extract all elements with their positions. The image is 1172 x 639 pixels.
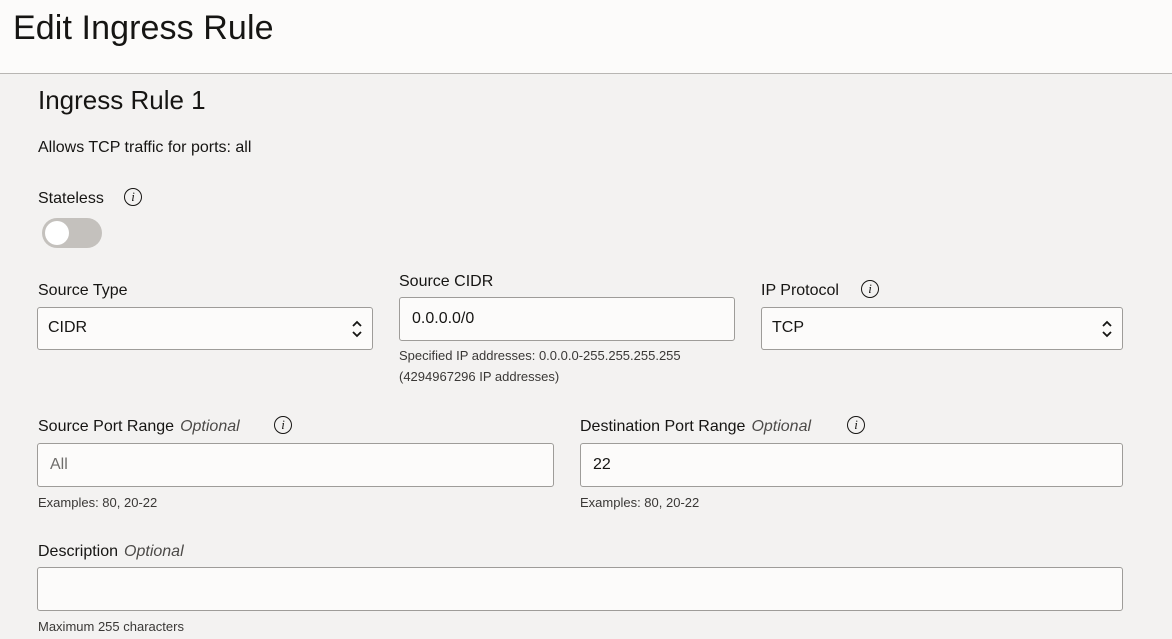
chevron-up-down-icon	[352, 320, 362, 338]
optional-marker: Optional	[751, 418, 812, 435]
source-type-value: CIDR	[48, 319, 88, 336]
source-type-label: Source Type	[38, 282, 128, 299]
source-port-range-input[interactable]	[37, 443, 554, 487]
chevron-up-down-icon	[1102, 320, 1112, 338]
source-cidr-label: Source CIDR	[399, 273, 494, 290]
source-cidr-hint-count: (4294967296 IP addresses)	[399, 369, 560, 384]
source-port-range-label: Source Port Range Optional	[38, 418, 240, 436]
destination-port-range-label: Destination Port Range Optional	[580, 418, 811, 436]
stateless-toggle[interactable]	[42, 218, 102, 248]
description-input[interactable]	[37, 567, 1123, 611]
source-cidr-hint: Specified IP addresses: 0.0.0.0-255.255.…	[399, 345, 681, 387]
optional-marker: Optional	[124, 543, 184, 560]
source-port-range-hint: Examples: 80, 20-22	[38, 495, 158, 510]
page-header: Edit Ingress Rule	[0, 0, 1172, 74]
ip-protocol-value: TCP	[772, 319, 804, 336]
source-cidr-input[interactable]	[399, 297, 735, 341]
rule-summary: Allows TCP traffic for ports: all	[38, 139, 252, 156]
source-cidr-hint-range: Specified IP addresses: 0.0.0.0-255.255.…	[399, 348, 681, 363]
destination-port-range-info-icon[interactable]: i	[847, 416, 865, 434]
source-port-range-info-icon[interactable]: i	[274, 416, 292, 434]
stateless-label: Stateless	[38, 190, 104, 207]
rule-title: Ingress Rule 1	[38, 85, 206, 115]
stateless-info-icon[interactable]: i	[124, 188, 142, 206]
ip-protocol-select[interactable]: TCP	[761, 307, 1123, 350]
destination-port-range-input[interactable]	[580, 443, 1123, 487]
description-hint: Maximum 255 characters	[38, 619, 184, 634]
page-title: Edit Ingress Rule	[13, 9, 274, 47]
destination-port-range-label-text: Destination Port Range	[580, 418, 746, 435]
source-type-select[interactable]: CIDR	[37, 307, 373, 350]
ip-protocol-info-icon[interactable]: i	[861, 280, 879, 298]
description-label: Description Optional	[38, 543, 184, 561]
description-label-text: Description	[38, 543, 119, 560]
toggle-knob	[45, 221, 69, 245]
source-port-range-label-text: Source Port Range	[38, 418, 175, 435]
destination-port-range-hint: Examples: 80, 20-22	[580, 495, 700, 510]
ip-protocol-label: IP Protocol	[761, 282, 839, 299]
optional-marker: Optional	[180, 418, 240, 435]
